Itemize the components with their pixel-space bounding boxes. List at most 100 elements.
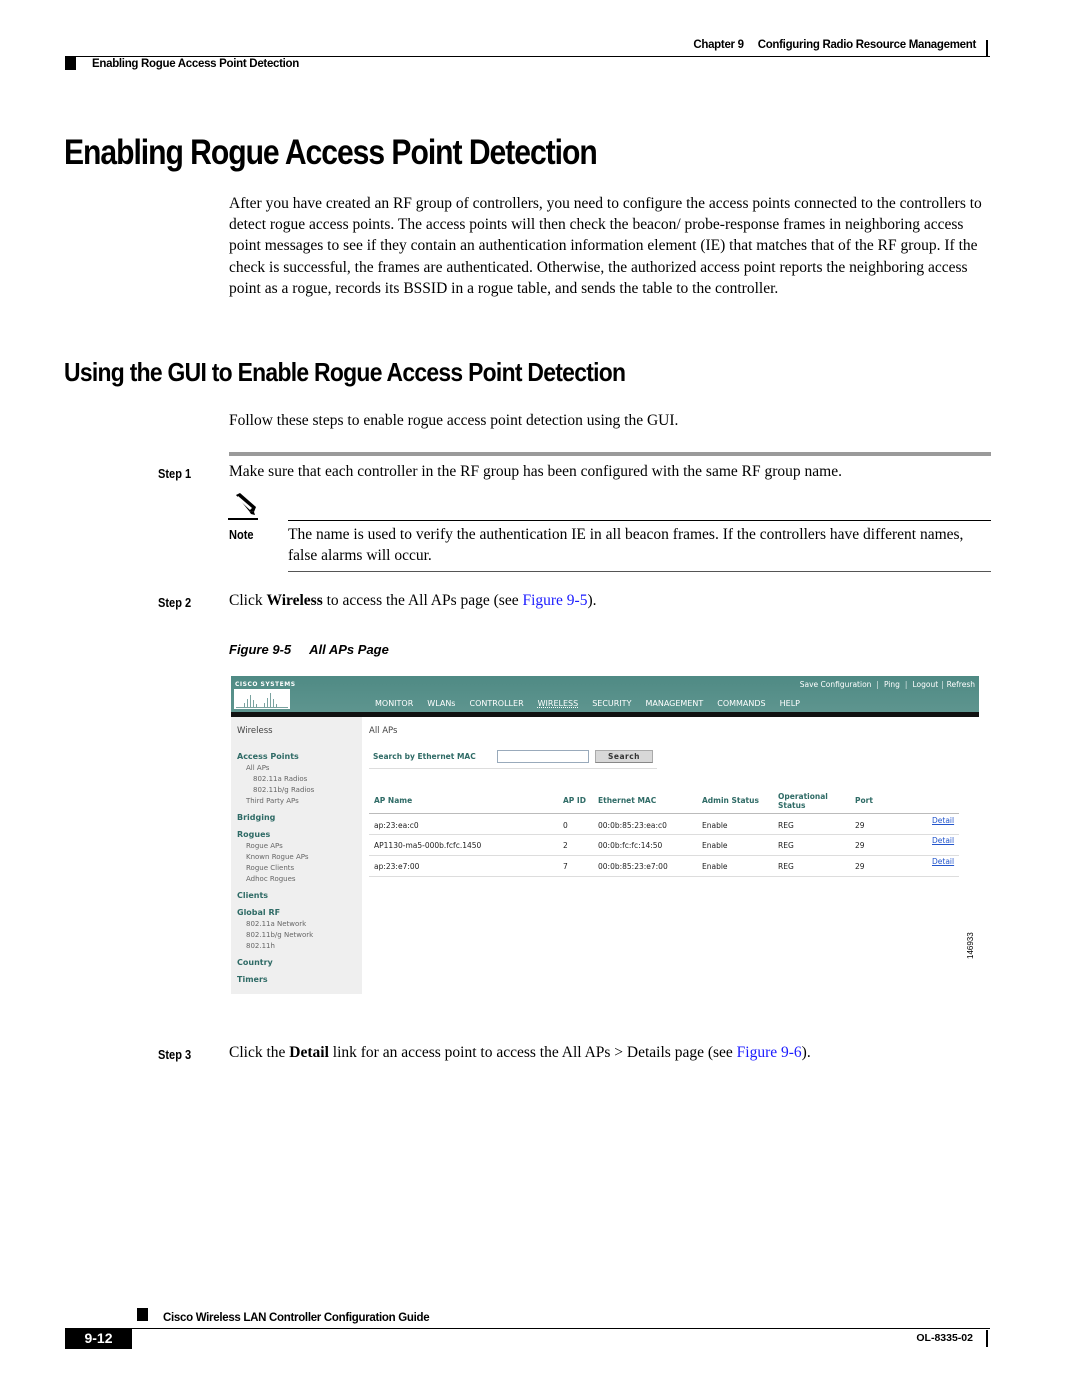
row-3-admin-status: Enable — [702, 862, 728, 871]
logout-link[interactable]: Logout — [912, 680, 938, 689]
sidebar-802-11h[interactable]: 802.11h — [246, 942, 275, 950]
save-configuration-link[interactable]: Save Configuration — [800, 680, 872, 689]
sidebar-global-rf[interactable]: Global RF — [237, 908, 280, 917]
col-admin-status: Admin Status — [702, 796, 759, 805]
chapter-title: Configuring Radio Resource Management — [757, 39, 977, 51]
top-links: Save Configuration | Ping | Logout | Refresh — [799, 680, 975, 689]
row-3-ap-name: ap:23:e7:00 — [374, 862, 420, 871]
page-title: Enabling Rogue Access Point Detection — [64, 133, 598, 172]
step-1-label: Step 1 — [158, 466, 192, 481]
step-3-text: Click the Detail link for an access poin… — [229, 1044, 811, 1062]
cisco-logo-text: Cisco Systems — [235, 681, 296, 688]
sidebar-title: Wireless — [237, 726, 273, 736]
top-banner: Cisco Systems Save Configuration | Ping | Lo… — [231, 676, 979, 717]
sidebar-802-11bg-radios[interactable]: 802.11b/g Radios — [253, 786, 314, 794]
running-header-section: Enabling Rogue Access Point Detection — [92, 58, 300, 70]
sidebar-known-rogue-aps[interactable]: Known Rogue APs — [246, 853, 308, 861]
nav-controller[interactable]: CONTROLLER — [462, 699, 530, 712]
sidebar-third-party-aps[interactable]: Third Party APs — [246, 797, 299, 805]
figure-9-6-link[interactable]: Figure 9-6 — [737, 1044, 802, 1061]
row-3-oper-status: REG — [778, 862, 794, 871]
row-1-port: 29 — [855, 821, 865, 830]
row-2-oper-status: REG — [778, 841, 794, 850]
sidebar-802-11a-radios[interactable]: 802.11a Radios — [253, 775, 307, 783]
row-divider — [369, 876, 959, 877]
cisco-logo-icon — [234, 689, 290, 709]
row-2-detail-link[interactable]: Detail — [932, 836, 954, 845]
row-1-admin-status: Enable — [702, 821, 728, 830]
sidebar-rogue-clients[interactable]: Rogue Clients — [246, 864, 294, 872]
sidebar-rogue-aps[interactable]: Rogue APs — [246, 842, 283, 850]
content-title: All APs — [369, 726, 398, 736]
nav-commands[interactable]: COMMANDS — [710, 699, 772, 712]
sidebar-bridging[interactable]: Bridging — [237, 813, 275, 822]
row-2-mac: 00:0b:fc:fc:14:50 — [598, 841, 663, 850]
sidebar-rogues[interactable]: Rogues — [237, 830, 270, 839]
row-1-ap-id: 0 — [563, 821, 568, 830]
col-ap-id: AP ID — [563, 796, 586, 805]
chapter-number: Chapter 9 — [693, 39, 744, 51]
all-aps-screenshot: Cisco Systems Save Configuration | Ping | Lo… — [231, 676, 979, 994]
row-3-ap-id: 7 — [563, 862, 568, 871]
nav-wlans[interactable]: WLANs — [420, 699, 462, 712]
procedure-rule — [229, 452, 991, 456]
step-2-post: ). — [587, 592, 597, 609]
nav-management[interactable]: MANAGEMENT — [638, 699, 710, 712]
sidebar-timers[interactable]: Timers — [237, 975, 268, 984]
figure-id-code: 146933 — [966, 932, 975, 959]
step-3-label: Step 3 — [158, 1047, 192, 1062]
search-button[interactable]: Search — [595, 750, 653, 763]
mac-search-input[interactable] — [497, 750, 589, 763]
note-rule-bottom — [288, 571, 991, 572]
page-number: 9-12 — [65, 1328, 132, 1349]
nav-help[interactable]: HELP — [773, 699, 807, 712]
sidebar-802-11bg-network[interactable]: 802.11b/g Network — [246, 931, 313, 939]
step-1-text: Make sure that each controller in the RF… — [229, 463, 842, 480]
sidebar-all-aps[interactable]: All APs — [246, 764, 269, 772]
row-3-detail-link[interactable]: Detail — [932, 857, 954, 866]
figure-9-5-link[interactable]: Figure 9-5 — [522, 592, 587, 609]
refresh-link[interactable]: Refresh — [947, 680, 975, 689]
footer-bar — [986, 1330, 988, 1347]
header-bar — [986, 40, 988, 56]
intro-paragraph: After you have created an RF group of co… — [229, 195, 982, 297]
row-2-port: 29 — [855, 841, 865, 850]
step-3-mid: link for an access point to access the A… — [328, 1044, 737, 1061]
step-3-bold: Detail — [289, 1044, 329, 1061]
sidebar-country[interactable]: Country — [237, 958, 273, 967]
step-2-text: Click Wireless to access the All APs pag… — [229, 592, 597, 610]
step-2-bold: Wireless — [266, 592, 323, 609]
main-nav: MONITOR WLANs CONTROLLER WIRELESS SECURI… — [368, 699, 807, 717]
figure-number: Figure 9-5 — [229, 642, 292, 657]
nav-security[interactable]: SECURITY — [585, 699, 638, 712]
row-3-port: 29 — [855, 862, 865, 871]
step-3-pre: Click the — [229, 1044, 290, 1061]
step-2-pre: Click — [229, 592, 267, 609]
row-1-ap-name: ap:23:ea:c0 — [374, 821, 419, 830]
nav-wireless[interactable]: WIRELESS — [530, 699, 586, 717]
row-1-detail-link[interactable]: Detail — [932, 816, 954, 825]
nav-monitor[interactable]: MONITOR — [368, 699, 420, 712]
row-divider — [369, 855, 959, 856]
col-port: Port — [855, 796, 873, 805]
row-2-ap-name: AP1130-ma5-000b.fcfc.1450 — [374, 841, 482, 850]
note-text: The name is used to verify the authentic… — [288, 526, 964, 565]
sidebar-access-points[interactable]: Access Points — [237, 752, 299, 761]
col-ethernet-mac: Ethernet MAC — [598, 796, 657, 805]
document-number: OL-8335-02 — [916, 1332, 973, 1344]
sidebar: Wireless Access Points All APs 802.11a R… — [231, 717, 362, 994]
section-title: Using the GUI to Enable Rogue Access Poi… — [64, 357, 626, 387]
note-pencil-icon — [228, 493, 260, 521]
row-2-ap-id: 2 — [563, 841, 568, 850]
sidebar-clients[interactable]: Clients — [237, 891, 268, 900]
step-2-label: Step 2 — [158, 595, 192, 610]
running-header-chapter: Chapter 9 Configuring Radio Resource Mana… — [693, 39, 976, 51]
header-rule — [369, 813, 959, 814]
row-1-mac: 00:0b:85:23:ea:c0 — [598, 821, 667, 830]
search-divider — [369, 768, 657, 769]
ping-link[interactable]: Ping — [884, 680, 900, 689]
sidebar-adhoc-rogues[interactable]: Adhoc Rogues — [246, 875, 296, 883]
note-label: Note — [229, 527, 254, 542]
sidebar-802-11a-network[interactable]: 802.11a Network — [246, 920, 306, 928]
step-3-post: ). — [801, 1044, 811, 1061]
